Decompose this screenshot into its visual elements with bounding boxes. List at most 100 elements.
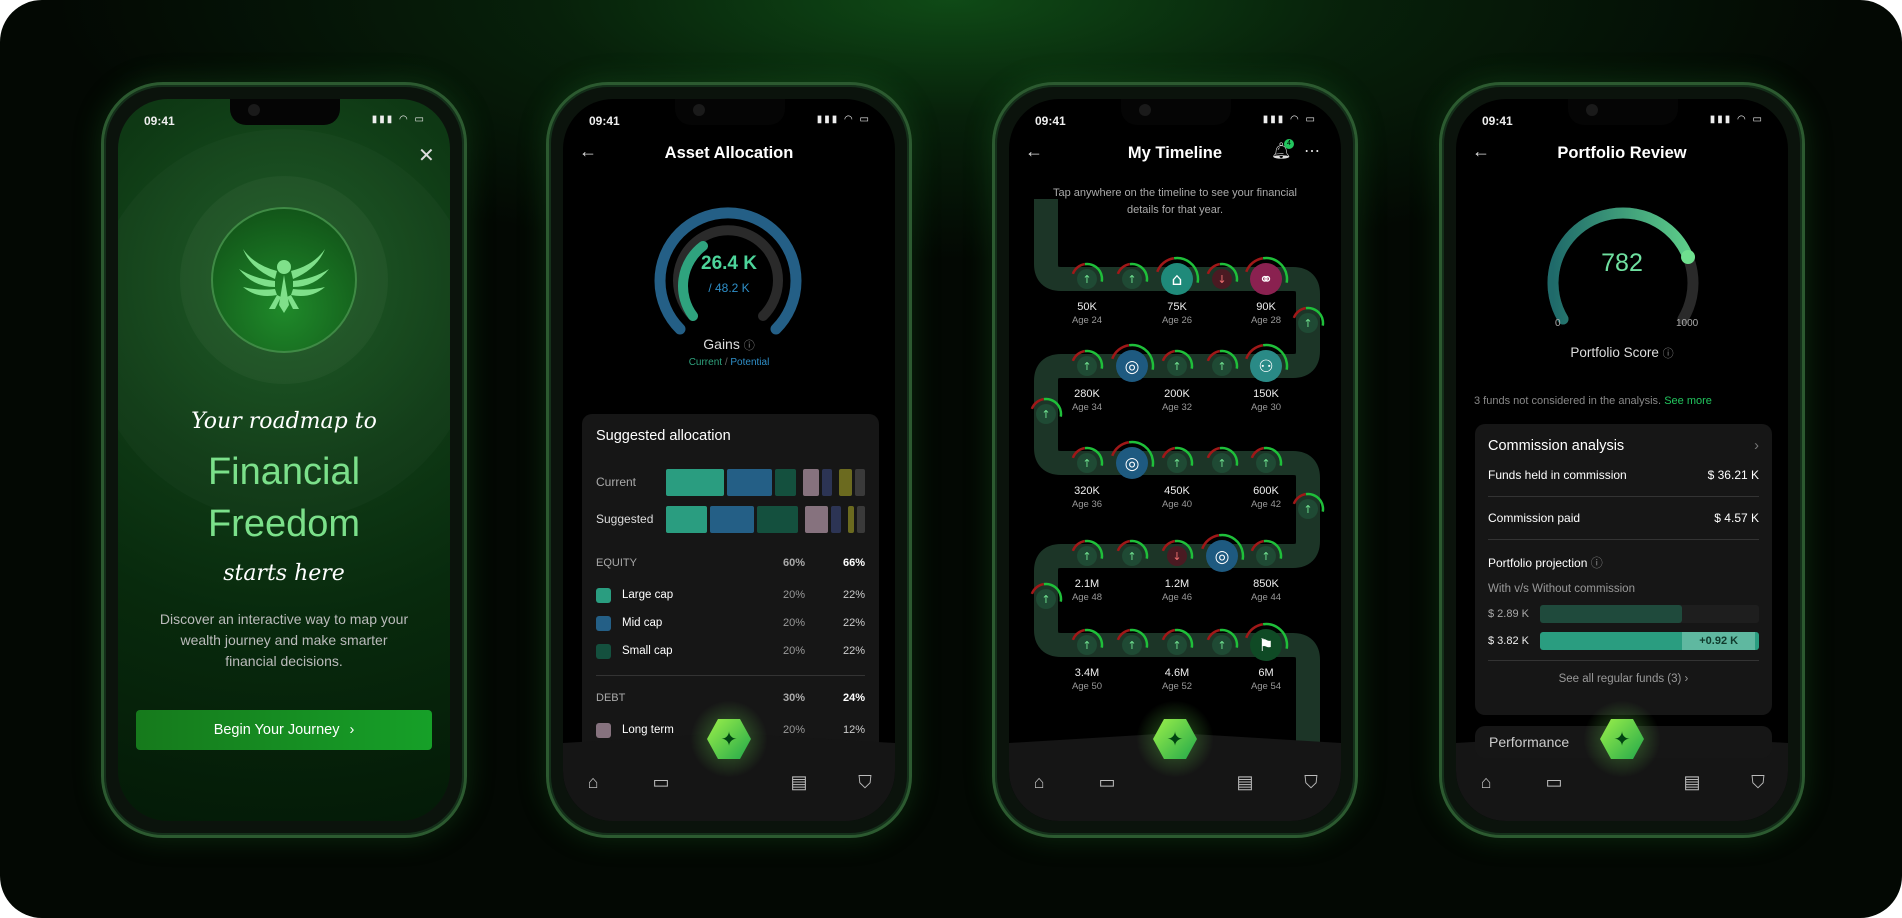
begin-journey-button[interactable]: Begin Your Journey › xyxy=(136,710,432,750)
allocation-row: Large cap 20% 22% xyxy=(596,581,865,609)
timeline-age: Age 42 xyxy=(1250,499,1282,510)
note-text: 3 funds not considered in the analysis. xyxy=(1474,395,1662,407)
status-icons: ▮▮▮ ◠ ▭ xyxy=(371,114,426,125)
shield-icon[interactable]: ⛉ xyxy=(853,772,877,793)
notch xyxy=(1568,99,1678,125)
close-icon[interactable]: ✕ xyxy=(418,143,435,168)
see-more-link[interactable]: See more xyxy=(1664,395,1712,407)
headline-line1: Your roadmap to xyxy=(191,409,377,434)
current-label: Current xyxy=(596,475,637,489)
row-current: 20% xyxy=(782,617,805,629)
funds-label: Funds held in commission xyxy=(1488,468,1627,482)
suggested-bar xyxy=(666,505,865,533)
suggested-label: Suggested xyxy=(596,512,654,526)
without-bar: +0.92 K xyxy=(1540,632,1759,650)
home-icon[interactable]: ⌂ xyxy=(1474,772,1498,793)
timeline-age: Age 48 xyxy=(1071,592,1103,603)
current-bar xyxy=(666,468,865,496)
timeline-age: Age 44 xyxy=(1250,592,1282,603)
with-bar-fill xyxy=(1540,605,1683,623)
allocation-group: EQUITY 60% 66% Large cap 20% 22% Mid cap 20% 22%… xyxy=(596,553,865,665)
card-title: Suggested allocation xyxy=(596,428,731,444)
timeline-amount: 200K xyxy=(1164,388,1190,400)
eagle-icon xyxy=(239,249,329,313)
arrow-down-icon: ↓ xyxy=(1217,273,1226,286)
commission-analysis-card[interactable]: Commission analysis › Funds held in commi… xyxy=(1475,424,1772,715)
document-icon[interactable]: ▤ xyxy=(1233,772,1257,793)
home-icon[interactable]: ⌂ xyxy=(581,772,605,793)
arrow-up-icon: ↑ xyxy=(1261,457,1270,470)
arrow-up-icon: ↑ xyxy=(1261,550,1270,563)
score-label-text: Portfolio Score xyxy=(1570,345,1659,360)
row-suggested: 22% xyxy=(842,617,865,629)
timeline-amount: 3.4M xyxy=(1074,667,1100,679)
arrow-up-icon: ↑ xyxy=(1082,550,1091,563)
timeline-amount: 2.1M xyxy=(1074,578,1100,590)
card-title: Commission analysis xyxy=(1488,438,1625,454)
row-current: 20% xyxy=(782,589,805,601)
gains-text: Gains xyxy=(703,336,740,352)
chevron-right-icon[interactable]: › xyxy=(1754,438,1759,454)
see-all-funds-link[interactable]: See all regular funds (3) › xyxy=(1488,660,1759,685)
card-icon[interactable]: ▭ xyxy=(1095,772,1119,793)
row-suggested: 12% xyxy=(842,724,865,736)
shield-icon[interactable]: ⛉ xyxy=(1746,772,1770,793)
showcase-background: 09:41 ▮▮▮ ◠ ▭ ✕ Your roadmap to Financia… xyxy=(0,0,1902,918)
status-time: 09:41 xyxy=(589,114,620,128)
timeline-amount: 280K xyxy=(1074,388,1100,400)
current-bar-row: Current xyxy=(596,468,865,496)
bar-segment xyxy=(666,468,724,496)
gains-label: Gains ⓘ xyxy=(563,336,895,353)
page-title: Portfolio Review xyxy=(1557,144,1687,162)
shield-icon[interactable]: ⛉ xyxy=(1299,772,1323,793)
document-icon[interactable]: ▤ xyxy=(787,772,811,793)
allocation-row: Mid cap 20% 22% xyxy=(596,609,865,637)
group-name: EQUITY xyxy=(596,557,637,569)
score-label: Portfolio Score ⓘ xyxy=(1456,345,1788,361)
arrow-up-icon: ↑ xyxy=(1082,457,1091,470)
target-icon: ◎ xyxy=(1125,454,1140,474)
card-header: Commission analysis › xyxy=(1488,438,1759,454)
arrow-up-icon: ↑ xyxy=(1082,273,1091,286)
bar-segment xyxy=(847,505,854,533)
status-time: 09:41 xyxy=(144,114,175,128)
onboarding-screen: 09:41 ▮▮▮ ◠ ▭ ✕ Your roadmap to Financia… xyxy=(118,99,450,821)
timeline-age: Age 52 xyxy=(1161,681,1193,692)
arrow-up-icon: ↑ xyxy=(1127,273,1136,286)
card-icon[interactable]: ▭ xyxy=(1542,772,1566,793)
info-icon[interactable]: ⓘ xyxy=(1663,348,1674,360)
gains-gauge xyxy=(654,207,802,335)
timeline-age: Age 28 xyxy=(1250,315,1282,326)
timeline-amount: 150K xyxy=(1253,388,1279,400)
with-commission-row: $ 2.89 K xyxy=(1488,605,1759,623)
headline-line4: starts here xyxy=(223,561,345,586)
bar-segment xyxy=(854,468,865,496)
info-icon[interactable]: ⓘ xyxy=(1591,556,1603,570)
paid-value: $ 4.57 K xyxy=(1714,511,1759,525)
timeline-age: Age 50 xyxy=(1071,681,1103,692)
timeline-age: Age 24 xyxy=(1071,315,1103,326)
notch xyxy=(1121,99,1231,125)
arrow-up-icon: ↑ xyxy=(1172,639,1181,652)
color-swatch xyxy=(596,587,611,603)
arrow-up-icon: ↑ xyxy=(1217,639,1226,652)
legend-current: Current xyxy=(688,357,723,368)
home-icon[interactable]: ⌂ xyxy=(1027,772,1051,793)
bar-segment xyxy=(774,468,796,496)
bar-segment xyxy=(709,505,755,533)
timeline-age: Age 36 xyxy=(1071,499,1103,510)
asset-allocation-screen: 09:41 ▮▮▮ ◠ ▭ ← Asset Allocation 26.4 K … xyxy=(563,99,895,821)
without-commission-row: $ 3.82 K +0.92 K xyxy=(1488,632,1759,650)
info-icon[interactable]: ⓘ xyxy=(744,340,755,352)
arrow-up-icon: ↑ xyxy=(1127,550,1136,563)
arrow-up-icon: ↑ xyxy=(1217,360,1226,373)
timeline-age: Age 32 xyxy=(1161,402,1193,413)
sparkle-icon: ✦ xyxy=(1613,728,1631,751)
bar-segment xyxy=(726,468,772,496)
row-name: Small cap xyxy=(622,645,673,657)
paid-label: Commission paid xyxy=(1488,511,1581,525)
card-icon[interactable]: ▭ xyxy=(649,772,673,793)
timeline-amount: 75K xyxy=(1167,301,1187,313)
score-max: 1000 xyxy=(1676,318,1699,329)
document-icon[interactable]: ▤ xyxy=(1680,772,1704,793)
